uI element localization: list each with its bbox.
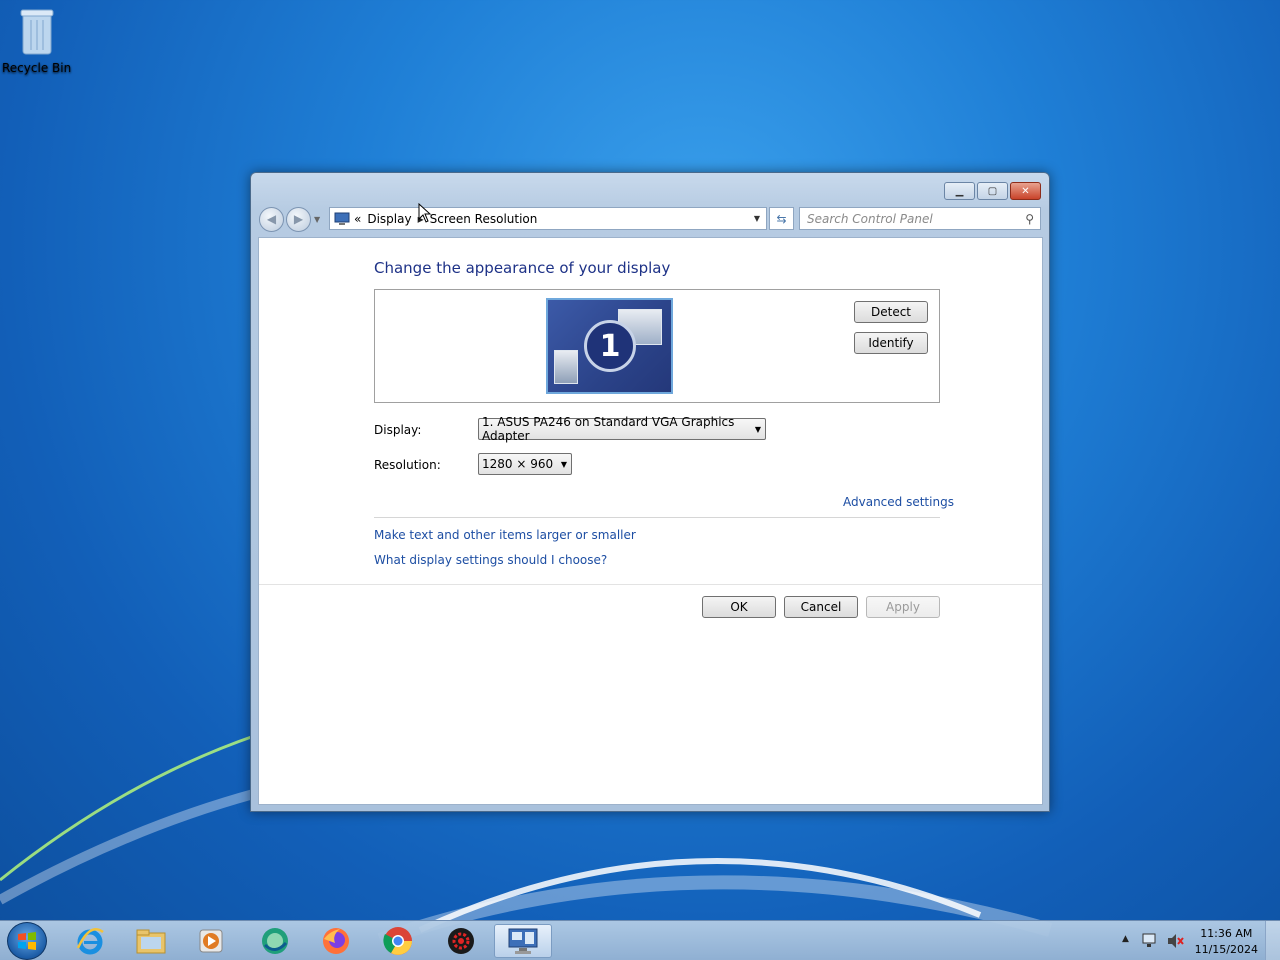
monitor-number: 1 [584, 320, 636, 372]
chevron-down-icon: ▼ [560, 459, 567, 469]
section-divider [374, 517, 940, 518]
clock-date: 11/15/2024 [1194, 943, 1258, 956]
settings-gear-red-icon [448, 928, 474, 954]
page-title: Change the appearance of your display [374, 259, 671, 277]
start-button[interactable] [7, 922, 47, 960]
refresh-icon: ⇆ [776, 211, 787, 226]
resolution-select-value: 1280 × 960 [482, 457, 554, 471]
clock-time: 11:36 AM [1200, 927, 1253, 940]
taskbar-display-settings[interactable] [494, 924, 552, 958]
search-input[interactable]: Search Control Panel ⚲ [799, 207, 1041, 230]
chrome-icon [383, 927, 412, 955]
screen-resolution-window: ▁ ▢ ✕ ◀ ▶ ▼ « Display ▸ Screen Resolutio… [250, 172, 1050, 812]
forward-arrow-icon: ▶ [293, 212, 304, 226]
monitor-1-preview[interactable]: 1 [546, 298, 673, 394]
monitor-preview-panel: 1 Detect Identify [374, 289, 940, 403]
ok-button[interactable]: OK [702, 596, 776, 618]
chevron-down-icon: ▼ [754, 424, 761, 434]
back-button[interactable]: ◀ [259, 206, 284, 232]
search-icon[interactable]: ⚲ [1025, 212, 1034, 226]
window-controls: ▁ ▢ ✕ [944, 182, 1041, 200]
control-panel-icon [334, 212, 350, 225]
system-tray: ▲ 11:36 AM 11/15/2024 [1120, 921, 1280, 960]
taskbar-file-explorer[interactable] [125, 924, 177, 958]
taskbar-chrome[interactable] [372, 924, 424, 958]
display-select-value: 1. ASUS PA246 on Standard VGA Graphics A… [482, 415, 735, 443]
back-arrow-icon: ◀ [266, 212, 277, 226]
minimize-button[interactable]: ▁ [944, 182, 975, 200]
show-desktop-button[interactable] [1265, 921, 1280, 960]
content-pane: Change the appearance of your display 1 … [258, 237, 1043, 805]
close-button[interactable]: ✕ [1010, 182, 1041, 200]
address-bar[interactable]: « Display ▸ Screen Resolution ▼ [329, 207, 767, 230]
resolution-select[interactable]: 1280 × 960 ▼ [478, 453, 572, 475]
display-settings-icon [508, 928, 538, 954]
breadcrumb-display[interactable]: Display [367, 212, 411, 226]
apply-button[interactable]: Apply [866, 596, 940, 618]
detect-button[interactable]: Detect [854, 301, 928, 323]
taskbar-red-gear-app[interactable] [435, 924, 487, 958]
breadcrumb-overflow[interactable]: « [354, 212, 361, 226]
search-placeholder: Search Control Panel [807, 211, 933, 226]
internet-explorer-icon [76, 928, 104, 955]
recycle-bin[interactable]: Recycle Bin [2, 6, 72, 75]
recycle-bin-icon [20, 9, 54, 55]
navigation-bar: ◀ ▶ ▼ « Display ▸ Screen Resolution ▼ ⇆ … [259, 206, 1041, 232]
maximize-button[interactable]: ▢ [977, 182, 1008, 200]
advanced-settings-link[interactable]: Advanced settings [843, 495, 954, 509]
media-player-icon [199, 929, 223, 953]
breadcrumb-screen-resolution[interactable]: Screen Resolution [430, 212, 538, 226]
forward-button[interactable]: ▶ [286, 206, 311, 232]
taskbar-firefox[interactable] [310, 924, 362, 958]
show-hidden-icons-icon[interactable]: ▲ [1122, 934, 1129, 944]
preview-window-small-icon [554, 350, 578, 384]
browser-green-icon [262, 928, 288, 954]
taskbar-internet-explorer[interactable] [64, 924, 116, 958]
text-size-link[interactable]: Make text and other items larger or smal… [374, 528, 636, 542]
display-select[interactable]: 1. ASUS PA246 on Standard VGA Graphics A… [478, 415, 766, 443]
network-icon[interactable] [1142, 933, 1160, 949]
refresh-button[interactable]: ⇆ [769, 207, 794, 230]
cancel-button[interactable]: Cancel [784, 596, 858, 618]
recycle-bin-label: Recycle Bin [2, 61, 72, 75]
display-help-link[interactable]: What display settings should I choose? [374, 553, 607, 567]
address-dropdown-icon[interactable]: ▼ [754, 214, 760, 223]
windows-start-icon [18, 932, 36, 950]
recent-pages-dropdown[interactable]: ▼ [314, 215, 320, 224]
footer-divider [259, 584, 1042, 585]
mouse-cursor-icon [418, 203, 432, 223]
taskbar-green-browser[interactable] [249, 924, 301, 958]
identify-button[interactable]: Identify [854, 332, 928, 354]
taskbar-media-player[interactable] [185, 924, 237, 958]
taskbar: ▲ 11:36 AM 11/15/2024 [0, 920, 1280, 960]
resolution-label: Resolution: [374, 458, 441, 472]
file-explorer-icon [136, 929, 166, 954]
volume-muted-icon[interactable] [1166, 933, 1184, 949]
clock[interactable]: 11:36 AM 11/15/2024 [1195, 926, 1258, 958]
display-label: Display: [374, 423, 422, 437]
firefox-icon [323, 928, 349, 954]
